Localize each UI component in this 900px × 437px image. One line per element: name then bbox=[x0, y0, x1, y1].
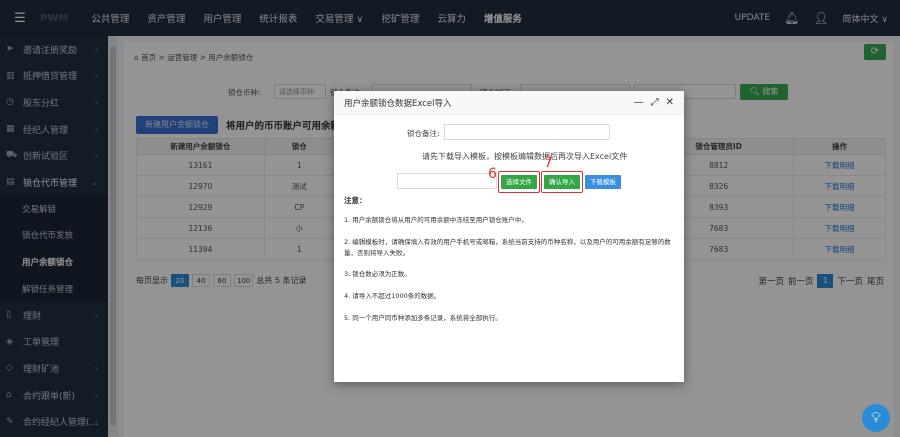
lock-note-label: 锁仓备注: bbox=[407, 129, 440, 138]
dialog-header: 用户余额锁仓数据Excel导入 — ⤢ ✕ bbox=[334, 91, 684, 115]
help-bulb-button[interactable]: 💡︎ bbox=[862, 404, 890, 432]
note-item: 4. 请导入不超过1000条的数据。 bbox=[344, 292, 441, 300]
note-item: 3. 锁仓数必须为正数。 bbox=[344, 270, 411, 278]
annotation-step-6: 6 bbox=[488, 166, 497, 182]
lightbulb-icon: 💡︎ bbox=[871, 410, 881, 426]
file-path-field[interactable] bbox=[397, 173, 497, 189]
note-item: 5. 同一个用户同币种添加多条记录，系统将全部执行。 bbox=[344, 314, 502, 322]
maximize-icon[interactable]: ⤢ bbox=[651, 97, 659, 108]
import-dialog: 用户余额锁仓数据Excel导入 — ⤢ ✕ 锁仓备注: 请先下载导入模板，按模板… bbox=[334, 91, 684, 382]
dialog-title: 用户余额锁仓数据Excel导入 bbox=[344, 98, 452, 109]
note-item: 1. 用户余额锁仓将从用户的可用余额中冻结至用户锁仓账户中。 bbox=[344, 216, 528, 224]
lock-note-input[interactable] bbox=[444, 124, 610, 140]
notes-title: 注意： bbox=[344, 196, 367, 205]
note-item: 2. 编辑模板时，请确保填入有效的用户手机号或邮箱，系统当前支持的币种名称，以及… bbox=[344, 238, 671, 257]
minimize-icon[interactable]: — bbox=[634, 97, 644, 108]
annotation-step-7: 7 bbox=[544, 155, 553, 171]
highlight-confirm-import bbox=[541, 171, 583, 193]
close-icon[interactable]: ✕ bbox=[666, 97, 674, 108]
import-hint: 请先下载导入模板，按模板编辑数据后再次导入Excel文件 bbox=[422, 152, 628, 161]
download-template-button[interactable]: 下载模板 bbox=[585, 175, 621, 189]
highlight-choose-file bbox=[498, 171, 540, 193]
